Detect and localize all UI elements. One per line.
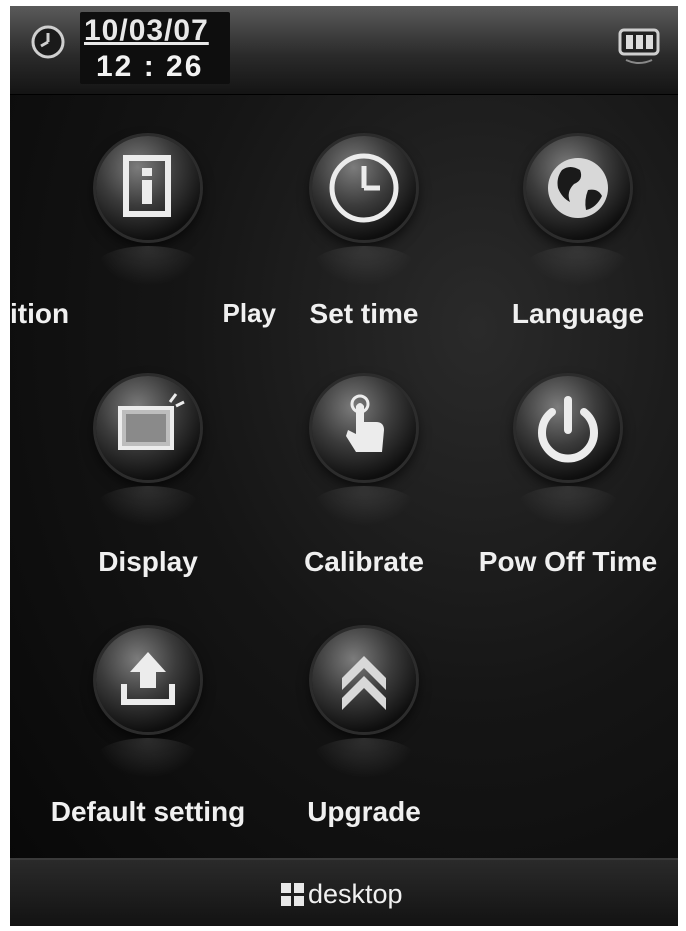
menu-item-calibrate[interactable]: Calibrate xyxy=(254,376,474,596)
desktop-label: desktop xyxy=(308,878,403,909)
power-orb xyxy=(516,376,620,480)
status-bar: 10/03/07 12 : 26 xyxy=(10,6,678,95)
menu-item-default-setting[interactable]: Default setting xyxy=(38,628,258,848)
menu-item-play[interactable]: ition Play xyxy=(10,136,276,356)
orb-reflection xyxy=(96,246,200,286)
upload-orb xyxy=(96,628,200,732)
upgrade-orb xyxy=(312,628,416,732)
menu-item-display[interactable]: Display xyxy=(38,376,258,596)
orb-reflection xyxy=(312,738,416,778)
power-icon xyxy=(538,396,598,463)
monitor-icon xyxy=(118,393,185,450)
menu-item-label: Default setting xyxy=(50,796,246,827)
info-icon xyxy=(123,155,171,217)
menu-item-label: Set time xyxy=(309,298,419,329)
info-orb xyxy=(96,136,200,240)
menu-item-upgrade[interactable]: Upgrade xyxy=(254,628,474,848)
orb-reflection xyxy=(516,486,620,526)
monitor-orb xyxy=(96,376,200,480)
orb-reflection xyxy=(96,738,200,778)
clock-orb xyxy=(312,136,416,240)
menu-item-power-off-time[interactable]: Pow Off Time xyxy=(458,376,678,596)
globe-icon xyxy=(548,158,608,218)
menu-item-set-time[interactable]: Set time xyxy=(254,136,474,356)
bottom-bar: desktop xyxy=(10,858,678,926)
menu-item-label: Calibrate xyxy=(304,546,424,577)
menu-item-label: Pow Off Time xyxy=(478,546,658,577)
date-display: 10/03/07 xyxy=(84,14,209,47)
touch-orb xyxy=(312,376,416,480)
globe-orb xyxy=(526,136,630,240)
grid-icon xyxy=(281,883,304,906)
desktop-button[interactable]: desktop xyxy=(280,874,403,914)
device-screen: 10/03/07 12 : 26 ition Play Set time Lan… xyxy=(10,6,678,926)
time-display: 12 : 26 xyxy=(96,50,204,83)
clock-icon xyxy=(329,153,399,223)
upload-icon xyxy=(121,652,175,705)
orb-reflection xyxy=(312,246,416,286)
menu-item-language[interactable]: Language xyxy=(468,136,678,356)
orb-reflection xyxy=(312,486,416,526)
menu-item-label: Upgrade xyxy=(307,796,421,827)
orb-reflection xyxy=(526,246,630,286)
touch-hand-icon xyxy=(346,394,384,452)
menu-item-label: Display xyxy=(98,546,198,577)
menu-item-label: Language xyxy=(511,298,645,329)
orb-reflection xyxy=(96,486,200,526)
menu-item-label: Play xyxy=(222,298,277,328)
clock-icon xyxy=(31,25,65,59)
double-chevron-up-icon xyxy=(342,656,386,710)
battery-icon xyxy=(618,28,660,64)
